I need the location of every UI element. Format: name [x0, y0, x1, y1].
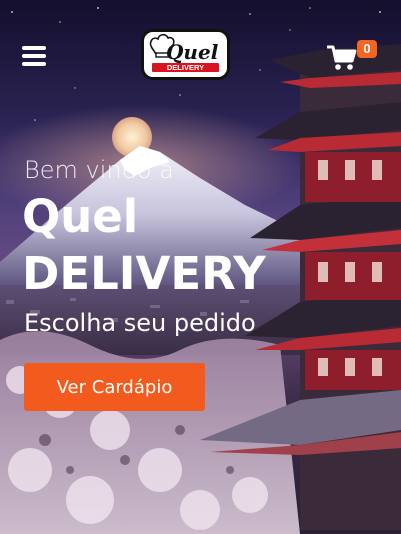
hero-section: Quel DELIVERY 0 Bem vindo a Quel DELIVER… [0, 0, 401, 534]
logo-text-top: Quel [166, 40, 219, 64]
top-navigation-bar: Quel DELIVERY 0 [0, 0, 401, 110]
shopping-cart-icon [327, 45, 357, 70]
chef-hat-icon: Quel DELIVERY [149, 33, 219, 72]
brand-title-line1: Quel [22, 190, 139, 243]
welcome-text: Bem vindo a [24, 156, 174, 184]
hero-subtitle: Escolha seu pedido [24, 309, 256, 337]
quel-delivery-logo[interactable]: Quel DELIVERY [141, 29, 230, 80]
view-menu-button[interactable]: Ver Cardápio [24, 363, 205, 411]
cart-button[interactable]: 0 [324, 40, 380, 72]
hamburger-menu-icon[interactable] [22, 46, 46, 66]
logo-text-bottom: DELIVERY [167, 63, 204, 72]
cart-count-badge: 0 [357, 40, 377, 58]
brand-title-line2: DELIVERY [22, 247, 266, 300]
